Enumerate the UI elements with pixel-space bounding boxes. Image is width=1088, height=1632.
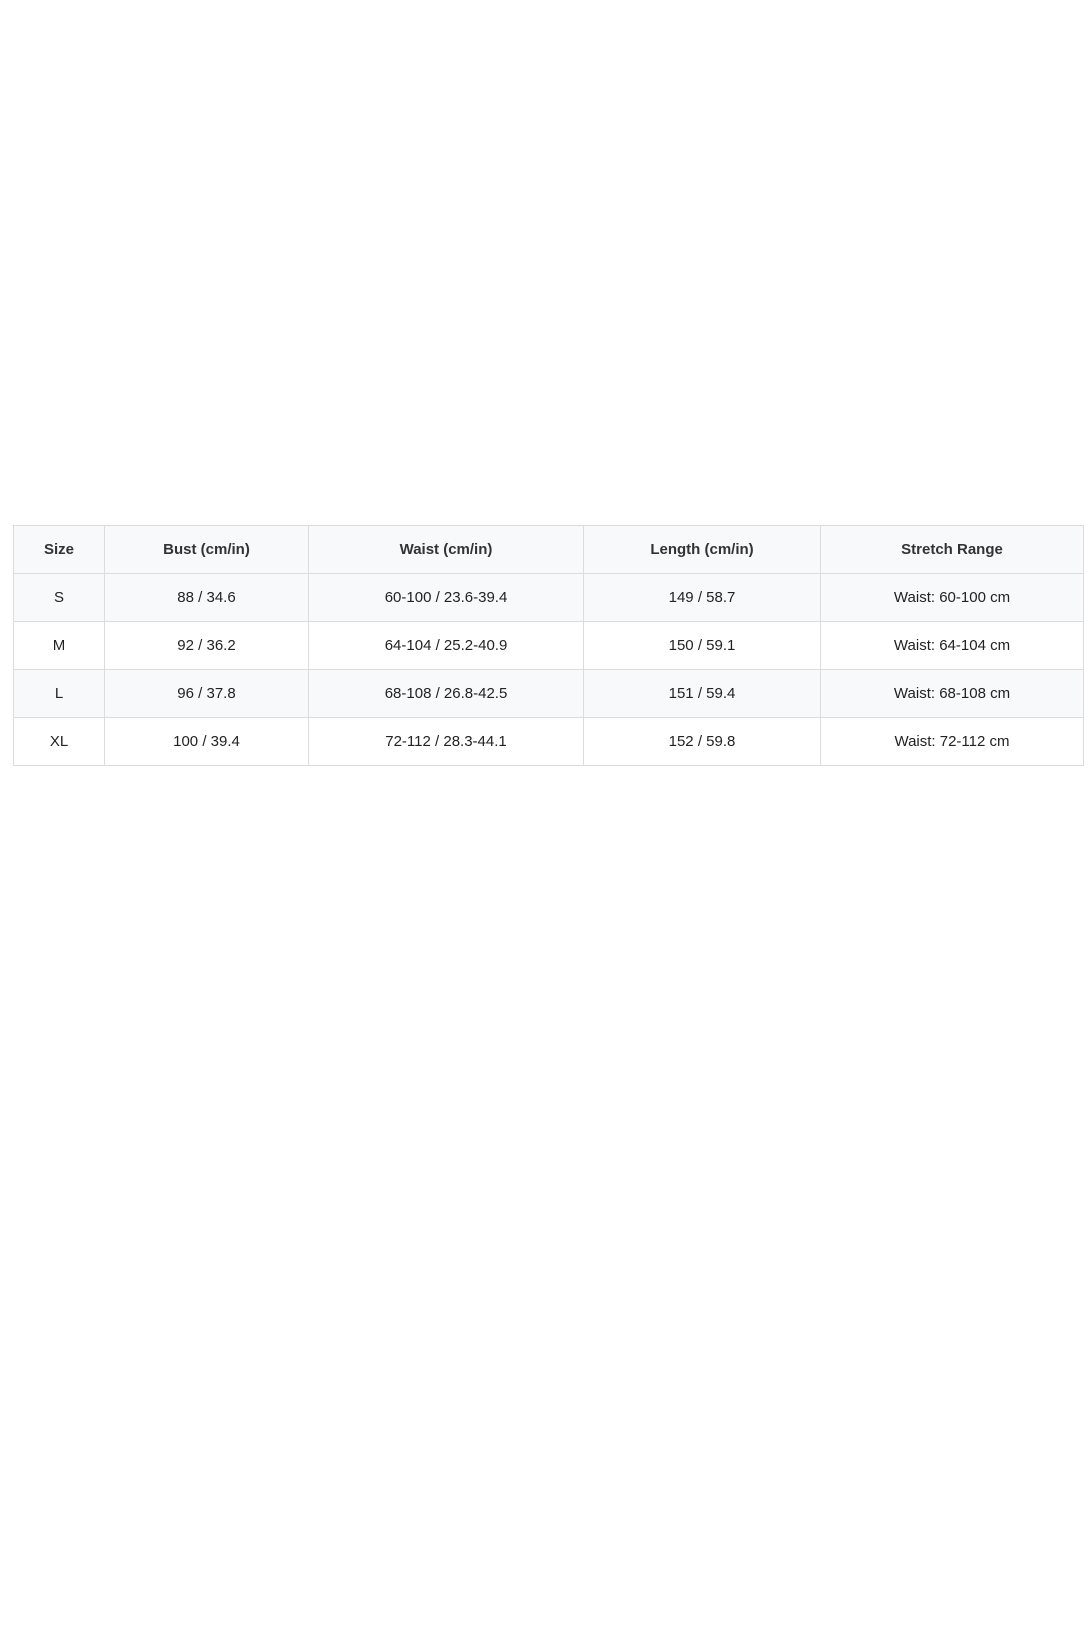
cell-stretch-range: Waist: 60-100 cm (820, 573, 1084, 622)
header-length: Length (cm/in) (583, 525, 821, 574)
cell-size: L (13, 669, 105, 718)
table-row: L 96 / 37.8 68-108 / 26.8-42.5 151 / 59.… (13, 669, 1084, 718)
cell-bust: 96 / 37.8 (104, 669, 309, 718)
cell-stretch-range: Waist: 68-108 cm (820, 669, 1084, 718)
header-bust: Bust (cm/in) (104, 525, 309, 574)
size-chart-table: Size Bust (cm/in) Waist (cm/in) Length (… (13, 525, 1084, 766)
cell-waist: 72-112 / 28.3-44.1 (308, 717, 584, 766)
table-row: M 92 / 36.2 64-104 / 25.2-40.9 150 / 59.… (13, 621, 1084, 670)
table-header-row: Size Bust (cm/in) Waist (cm/in) Length (… (13, 525, 1084, 574)
table-row: XL 100 / 39.4 72-112 / 28.3-44.1 152 / 5… (13, 717, 1084, 766)
cell-length: 150 / 59.1 (583, 621, 821, 670)
cell-bust: 92 / 36.2 (104, 621, 309, 670)
cell-bust: 100 / 39.4 (104, 717, 309, 766)
cell-size: S (13, 573, 105, 622)
cell-waist: 68-108 / 26.8-42.5 (308, 669, 584, 718)
cell-waist: 60-100 / 23.6-39.4 (308, 573, 584, 622)
header-waist: Waist (cm/in) (308, 525, 584, 574)
cell-stretch-range: Waist: 64-104 cm (820, 621, 1084, 670)
table-row: S 88 / 34.6 60-100 / 23.6-39.4 149 / 58.… (13, 573, 1084, 622)
cell-bust: 88 / 34.6 (104, 573, 309, 622)
cell-size: XL (13, 717, 105, 766)
cell-waist: 64-104 / 25.2-40.9 (308, 621, 584, 670)
cell-length: 151 / 59.4 (583, 669, 821, 718)
cell-stretch-range: Waist: 72-112 cm (820, 717, 1084, 766)
cell-length: 152 / 59.8 (583, 717, 821, 766)
cell-length: 149 / 58.7 (583, 573, 821, 622)
header-stretch-range: Stretch Range (820, 525, 1084, 574)
header-size: Size (13, 525, 105, 574)
cell-size: M (13, 621, 105, 670)
